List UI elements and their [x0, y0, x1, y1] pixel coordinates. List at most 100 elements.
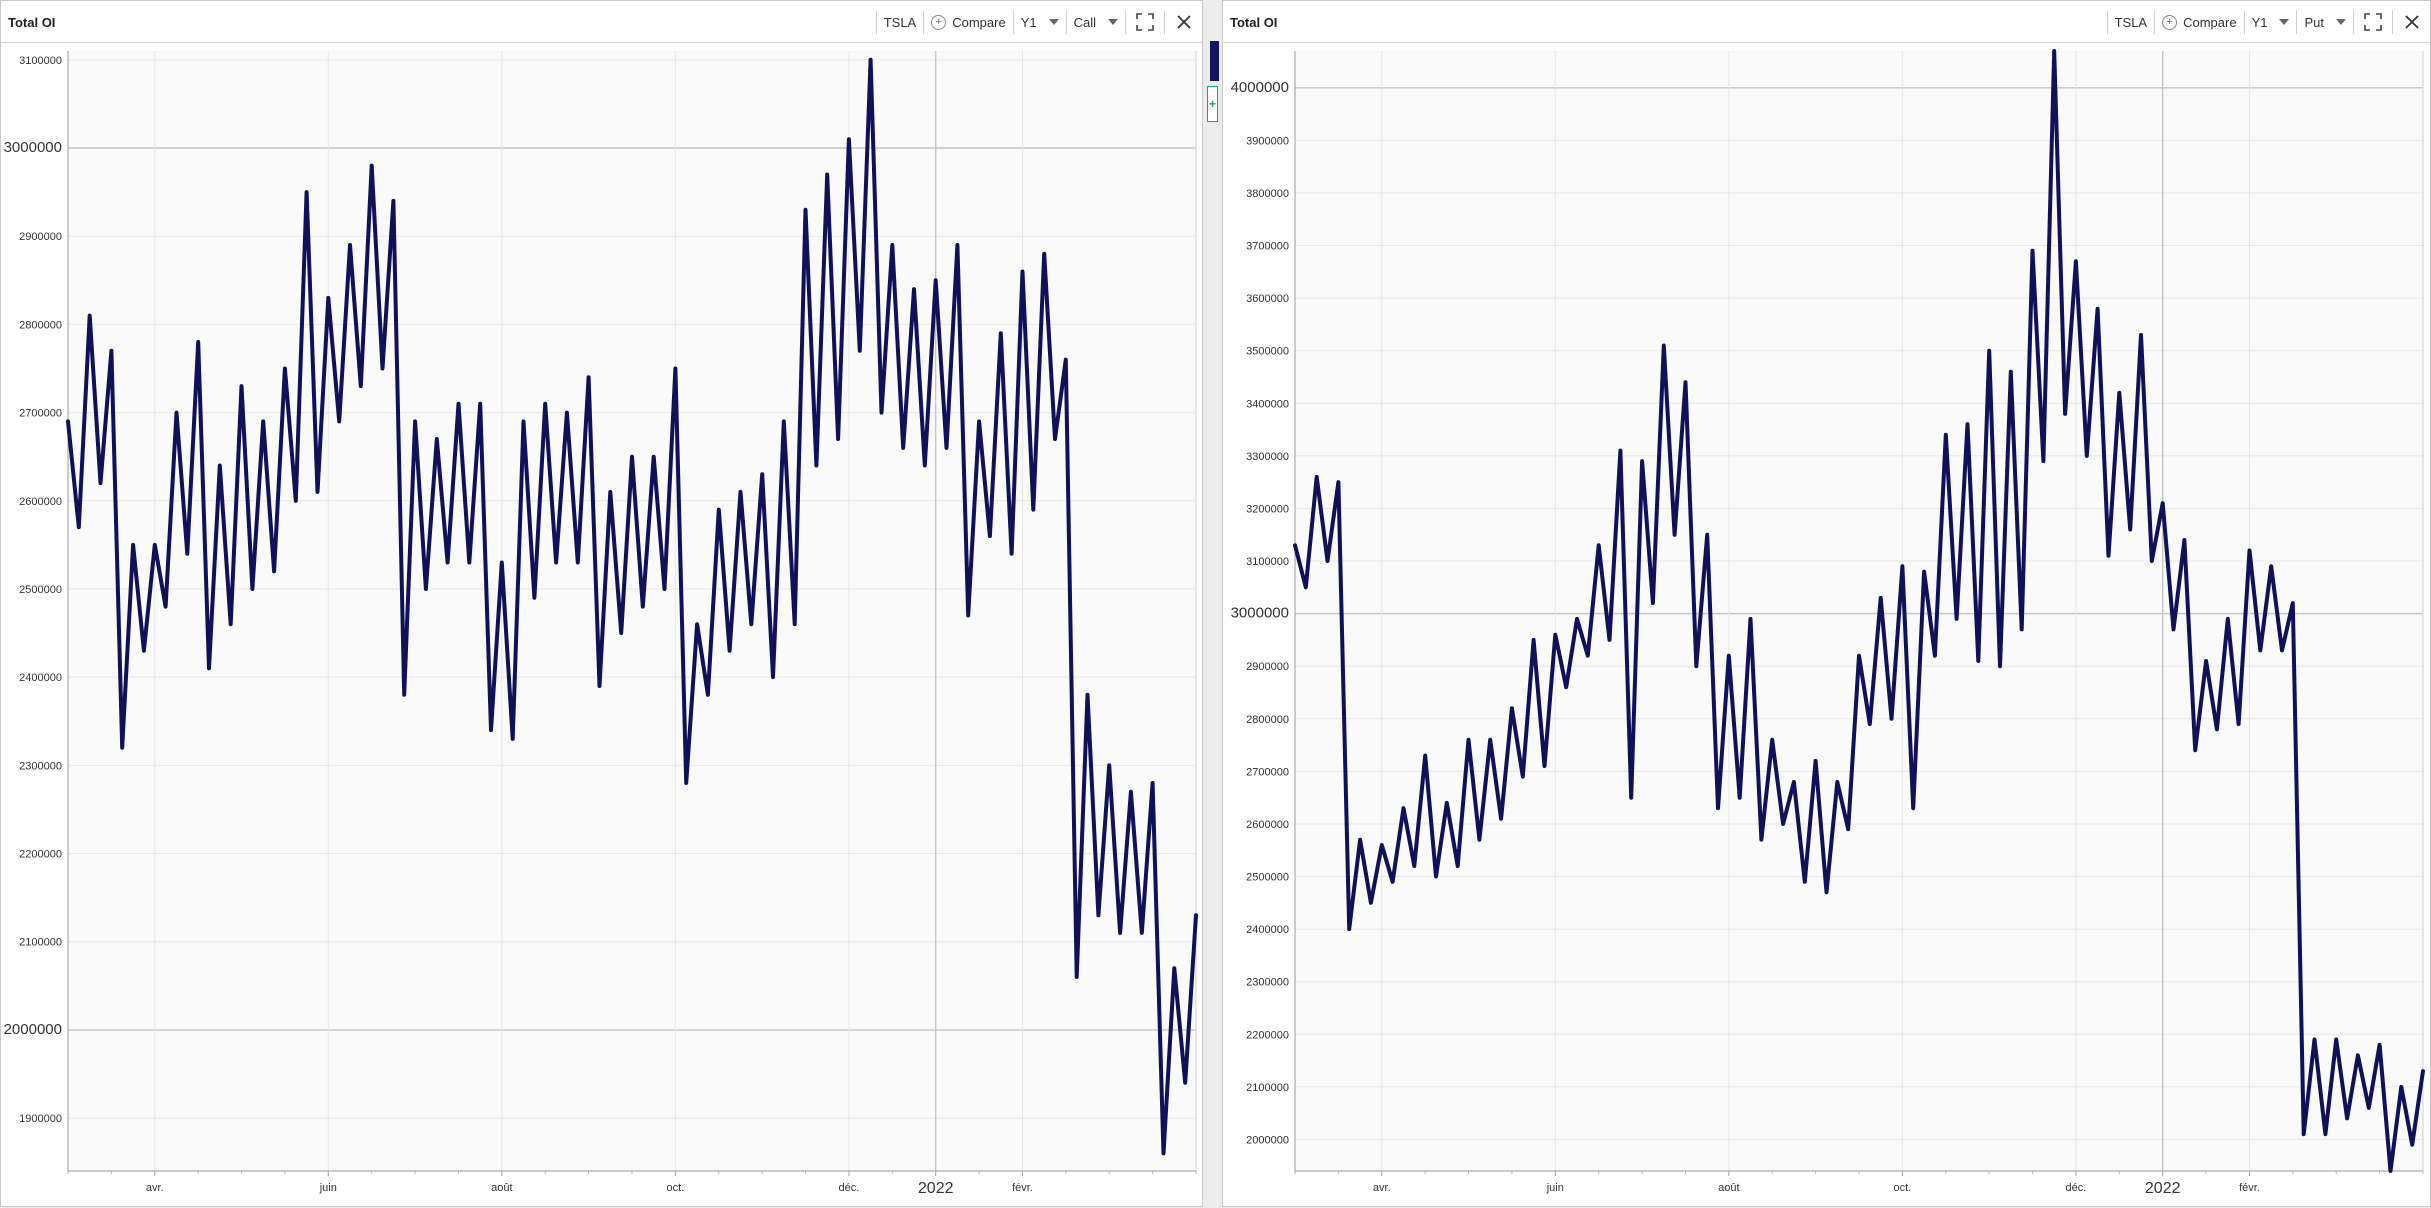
y-tick-label: 4000000: [1231, 79, 1289, 96]
y-tick-label: 2100000: [19, 937, 62, 949]
panel-title: Total OI: [1230, 15, 1278, 30]
x-tick-label: oct.: [1894, 1182, 1912, 1194]
toolbar-divider: [1125, 10, 1126, 34]
ticker-label: TSLA: [883, 14, 917, 30]
x-tick-label: avr.: [146, 1182, 164, 1194]
y-tick-label: 2300000: [19, 760, 62, 772]
put-oi-panel: Total OI TSLA + Compare Y1 Put 2000000 2…: [1222, 0, 2431, 1207]
y-tick-label: 2100000: [1246, 1082, 1289, 1094]
y-tick-label: 2400000: [1246, 924, 1289, 936]
close-icon: [2405, 15, 2419, 29]
toolbar-divider: [2243, 10, 2245, 34]
toolbar-divider: [2392, 10, 2393, 34]
y-tick-label: 3000000: [4, 139, 62, 156]
put-oi-chart: 2000000 2100000 2200000 2300000 2400000 25000…: [1231, 49, 2425, 1197]
option-type-dropdown[interactable]: Put: [2304, 15, 2346, 30]
expand-button[interactable]: [2361, 10, 2385, 34]
add-panel-button[interactable]: +: [1207, 86, 1218, 122]
panel-toolbar: TSLA + Compare Y1 Put: [2100, 9, 2424, 35]
y-tick-label: 2800000: [1246, 714, 1289, 726]
option-type-label: Call: [1073, 14, 1096, 30]
close-button[interactable]: [2400, 10, 2424, 34]
call-oi-panel: Total OI TSLA + Compare Y1 Call 1900000 …: [0, 0, 1203, 1207]
ticker-label: TSLA: [2114, 14, 2148, 30]
y-tick-label: 3400000: [1246, 398, 1289, 410]
y-tick-label: 3700000: [1246, 241, 1289, 253]
call-oi-chart: 1900000 2000000 2100000 2200000 2300000 24000…: [4, 51, 1198, 1197]
compare-label: Compare: [952, 14, 1006, 30]
y-tick-label: 3200000: [1246, 503, 1289, 515]
toolbar-divider: [875, 10, 877, 34]
ticker-selector[interactable]: TSLA: [2115, 15, 2148, 30]
plot-area: [68, 51, 1196, 1171]
x-tick-label: déc.: [839, 1182, 860, 1194]
y-tick-label: 1900000: [19, 1113, 62, 1125]
chevron-down-icon: [2336, 19, 2346, 25]
chevron-down-icon: [2279, 19, 2290, 25]
x-tick-label: 2022: [2145, 1180, 2181, 1197]
panel-toolbar: TSLA + Compare Y1 Call: [869, 9, 1196, 35]
y-tick-label: 2700000: [19, 408, 62, 420]
y-tick-label: 2600000: [19, 496, 62, 508]
range-dropdown[interactable]: Y1: [2252, 15, 2290, 30]
toolbar-divider: [2154, 10, 2156, 34]
y-tick-label: 3600000: [1246, 293, 1289, 305]
y-tick-label: 2500000: [1246, 872, 1289, 884]
y-tick-label: 2800000: [19, 319, 62, 331]
y-tick-label: 2900000: [1246, 661, 1289, 673]
expand-button[interactable]: [1133, 10, 1157, 34]
plus-circle-icon: +: [2162, 14, 2178, 30]
plot-area: [1295, 51, 2423, 1171]
x-tick-label: juin: [1546, 1182, 1564, 1194]
y-tick-label: 2500000: [19, 584, 62, 596]
x-tick-label: juin: [319, 1182, 337, 1194]
x-tick-label: févr.: [1012, 1182, 1033, 1194]
y-tick-label: 3100000: [19, 55, 62, 67]
plus-circle-icon: +: [931, 14, 947, 30]
panel-title: Total OI: [8, 15, 56, 30]
option-type-label: Put: [2304, 14, 2324, 30]
x-tick-label: avr.: [1373, 1182, 1391, 1194]
x-tick-label: août: [491, 1182, 512, 1194]
toolbar-divider: [2353, 10, 2354, 34]
chevron-down-icon: [1108, 19, 1118, 25]
y-tick-label: 3300000: [1246, 451, 1289, 463]
close-icon: [1177, 15, 1191, 29]
y-tick-label: 2400000: [19, 672, 62, 684]
y-tick-label: 2000000: [4, 1021, 62, 1038]
y-tick-label: 2300000: [1246, 977, 1289, 989]
x-tick-label: août: [1718, 1182, 1739, 1194]
compare-button[interactable]: + Compare: [2162, 14, 2237, 30]
x-tick-label: févr.: [2239, 1182, 2260, 1194]
chevron-down-icon: [1048, 19, 1059, 25]
toolbar-divider: [1065, 10, 1067, 34]
y-tick-label: 2200000: [19, 849, 62, 861]
y-tick-label: 2900000: [19, 231, 62, 243]
y-tick-label: 3900000: [1246, 135, 1289, 147]
x-tick-label: déc.: [2066, 1182, 2087, 1194]
toolbar-divider: [1012, 10, 1014, 34]
y-tick-label: 3800000: [1246, 188, 1289, 200]
y-tick-label: 3100000: [1246, 556, 1289, 568]
option-type-dropdown[interactable]: Call: [1074, 15, 1118, 30]
x-tick-label: oct.: [667, 1182, 685, 1194]
y-tick-label: 3500000: [1246, 346, 1289, 358]
y-tick-label: 2700000: [1246, 766, 1289, 778]
toolbar-divider: [2106, 10, 2108, 34]
x-tick-label: 2022: [918, 1180, 954, 1197]
compare-button[interactable]: + Compare: [931, 14, 1006, 30]
range-dropdown[interactable]: Y1: [1021, 15, 1059, 30]
ticker-selector[interactable]: TSLA: [884, 15, 917, 30]
toolbar-divider: [2296, 10, 2298, 34]
panel-header: Total OI TSLA + Compare Y1 Put: [1223, 1, 2430, 43]
toolbar-divider: [1164, 10, 1165, 34]
close-button[interactable]: [1172, 10, 1196, 34]
y-tick-label: 2200000: [1246, 1029, 1289, 1041]
expand-icon: [1136, 13, 1154, 31]
y-tick-label: 3000000: [1231, 605, 1289, 622]
plus-icon: +: [1208, 97, 1216, 111]
toolbar-divider: [923, 10, 925, 34]
compare-label: Compare: [2183, 14, 2237, 30]
side-tab[interactable]: [1210, 41, 1219, 81]
y-tick-label: 2600000: [1246, 819, 1289, 831]
